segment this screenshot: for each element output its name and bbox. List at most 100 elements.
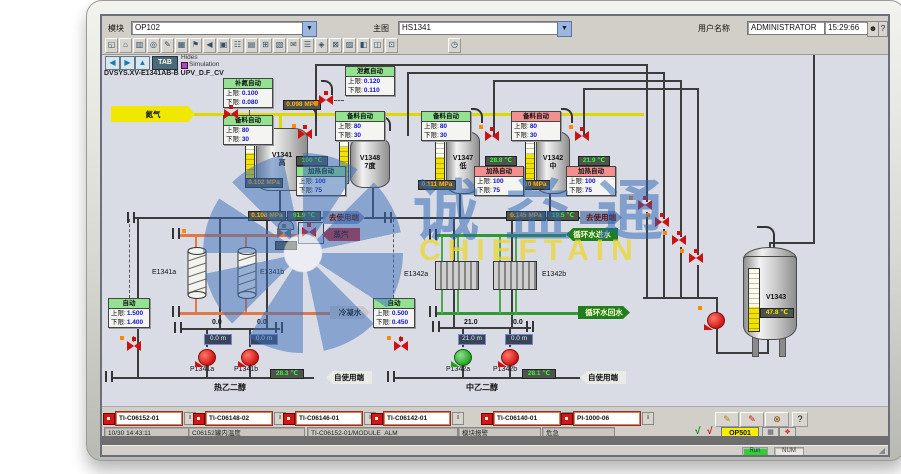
alarm-tag-button[interactable]: TI-C06140-01 [494, 412, 560, 425]
pipe [407, 72, 409, 136]
mid-auto-box[interactable]: 自动 上限:0.500 下限:0.450 [373, 298, 415, 328]
toolbar-button-15[interactable]: ◈ [315, 38, 328, 53]
toolbar-button-11[interactable]: ⊞ [259, 38, 272, 53]
clock-icon[interactable]: ◷ [448, 38, 461, 53]
pipe [697, 265, 699, 298]
pump-P1341a[interactable] [198, 349, 216, 366]
v1348-feed-box[interactable]: 备料自动 上限:80 下限:30 [335, 111, 385, 141]
flange [387, 371, 395, 382]
v1347-feed-valve[interactable] [485, 130, 499, 142]
lo-value: 1.400 [127, 318, 143, 327]
lo-label: 下限: [569, 186, 584, 195]
alarm-tag-button[interactable]: TI-C06148-02 [206, 412, 272, 425]
graphic-dropdown-icon[interactable]: ▼ [557, 21, 572, 37]
n2-makeup-setpoint-box[interactable]: 补氮自动 上限:0.100 下限:0.080 [223, 78, 273, 108]
header-valve-1[interactable] [638, 199, 652, 211]
alarm-info-button[interactable]: i [452, 412, 464, 425]
toolbar-button-14[interactable]: ☰ [301, 38, 314, 53]
toolbar-button-3[interactable]: ◎ [147, 38, 160, 53]
num-lock-badge: NUM [774, 447, 804, 456]
ack-all-icon[interactable]: ✎ [740, 412, 764, 427]
heat-exchanger-E1342a[interactable] [435, 261, 479, 290]
pipe [279, 116, 282, 128]
steam-control-valve[interactable] [277, 227, 291, 239]
alarm-tag-button[interactable]: PI-1000-06 [574, 412, 640, 425]
toolbar-button-12[interactable]: ▧ [273, 38, 286, 53]
heat-exchanger-E1341a[interactable] [187, 246, 207, 300]
tab-button[interactable]: TAB [152, 56, 178, 70]
module-field[interactable]: OP102 [131, 21, 306, 35]
toolbar-button-10[interactable]: ▤ [245, 38, 258, 53]
alarm-tag-button[interactable]: TI-C06146-01 [296, 412, 362, 425]
tank-grade: 低 [460, 163, 467, 171]
tank-V1348[interactable]: V1348 7度 [350, 137, 390, 188]
toolbar-button-6[interactable]: ⚑ [189, 38, 202, 53]
v1341-feed-valve[interactable] [298, 128, 312, 140]
v1347-feed-box[interactable]: 备料自动 上限:80 下限:30 [421, 111, 471, 141]
pipe [180, 328, 280, 330]
toolbar-button-20[interactable]: ⊡ [385, 38, 398, 53]
toolbar-button-18[interactable]: ◧ [357, 38, 370, 53]
nav-back-icon[interactable]: ◀ [105, 56, 120, 70]
mid-section-valve[interactable] [394, 340, 408, 352]
pump-flow-value: 0.0 [257, 319, 267, 326]
v1343-pump[interactable] [707, 312, 725, 329]
alarm-tag-button[interactable]: TI-C06152-01 [116, 412, 182, 425]
toolbar-button-5[interactable]: ▦ [175, 38, 188, 53]
graphic-field[interactable]: HS1341 [398, 21, 561, 35]
help-icon[interactable]: ? [878, 21, 888, 37]
v1342-feed-box[interactable]: 备料自动 上限:80 下限:30 [511, 111, 561, 141]
hi-value: 100 [315, 177, 326, 186]
toolbar-button-17[interactable]: ▨ [343, 38, 356, 53]
toolbar-button-8[interactable]: ▣ [217, 38, 230, 53]
hot-section-valve[interactable] [127, 340, 141, 352]
pump-P1342b[interactable] [501, 349, 519, 366]
toolbar-button-16[interactable]: ⊠ [329, 38, 342, 53]
n2-vent-setpoint-box[interactable]: 泄氮自动 上限:0.120 下限:0.110 [345, 66, 395, 96]
simulation-icon [181, 62, 188, 69]
hi-value: 1.500 [127, 309, 143, 318]
header-valve-3[interactable] [672, 234, 686, 246]
v1341-heat-box[interactable]: 加热自动 上限:100 下限:75 [296, 166, 346, 196]
toolbar-button-19[interactable]: ◫ [371, 38, 384, 53]
v1343-level-gauge[interactable] [748, 268, 760, 332]
module-dropdown-icon[interactable]: ▼ [302, 21, 317, 37]
heat-exchanger-E1341b[interactable] [237, 246, 257, 300]
toolbar-button-1[interactable]: ⌂ [119, 38, 132, 53]
taskbar[interactable] [102, 436, 888, 445]
steam-valve-position-display [275, 241, 297, 250]
toolbar-button-0[interactable]: ◱ [105, 38, 118, 53]
alarm-tag-button[interactable]: TI-C06142-01 [384, 412, 450, 425]
ack-icon[interactable]: ✎ [715, 412, 739, 427]
pump-P1342a[interactable] [454, 349, 472, 366]
steam-shutoff-valve[interactable] [302, 226, 316, 238]
toolbar-button-9[interactable]: ☷ [231, 38, 244, 53]
heat-exchanger-E1342b[interactable] [493, 261, 537, 290]
v1342-feed-valve[interactable] [575, 130, 589, 142]
v1341-temp-display: 100 ℃ [296, 156, 328, 166]
toolbar-icons: ◱⌂▥◎✎▦⚑◀▣☷▤⊞▧✉☰◈⊠▨◧◫⊡ [105, 38, 399, 53]
signal-line [129, 219, 130, 298]
hot-auto-box[interactable]: 自动 上限:1.500 下限:1.400 [108, 298, 150, 328]
alarm-info-button[interactable]: i [642, 412, 654, 425]
hmi-screen: 模块 OP102 ▼ 主图 HS1341 ▼ 用户名称 ADMINISTRATO… [100, 14, 890, 457]
toolbar-button-13[interactable]: ✉ [287, 38, 300, 53]
hot-to-user-arrow: 去使用端 [323, 211, 365, 224]
header-valve-2[interactable] [655, 216, 669, 228]
header-valve-4[interactable] [689, 252, 703, 264]
nav-up-icon[interactable]: ▲ [135, 56, 150, 70]
pump-P1341b[interactable] [241, 349, 259, 366]
hi-value: 100 [493, 177, 504, 186]
toolbar-button-7[interactable]: ◀ [203, 38, 216, 53]
n2-vent-valve[interactable] [319, 94, 333, 106]
nav-forward-icon[interactable]: ▶ [120, 56, 135, 70]
n2-line-valve[interactable] [224, 108, 238, 120]
alarm-help-icon[interactable]: ? [792, 412, 808, 427]
tank-name: V1347 [453, 155, 473, 163]
v1342-heat-box[interactable]: 加热自动 上限:100 下限:75 [566, 166, 616, 196]
v1347-heat-box[interactable]: 加热自动 上限:100 下限:75 [474, 166, 524, 196]
toolbar-button-2[interactable]: ▥ [133, 38, 146, 53]
toolbar-button-4[interactable]: ✎ [161, 38, 174, 53]
lo-label: 下限: [514, 131, 529, 140]
silence-icon[interactable]: ⊗ [765, 412, 789, 427]
